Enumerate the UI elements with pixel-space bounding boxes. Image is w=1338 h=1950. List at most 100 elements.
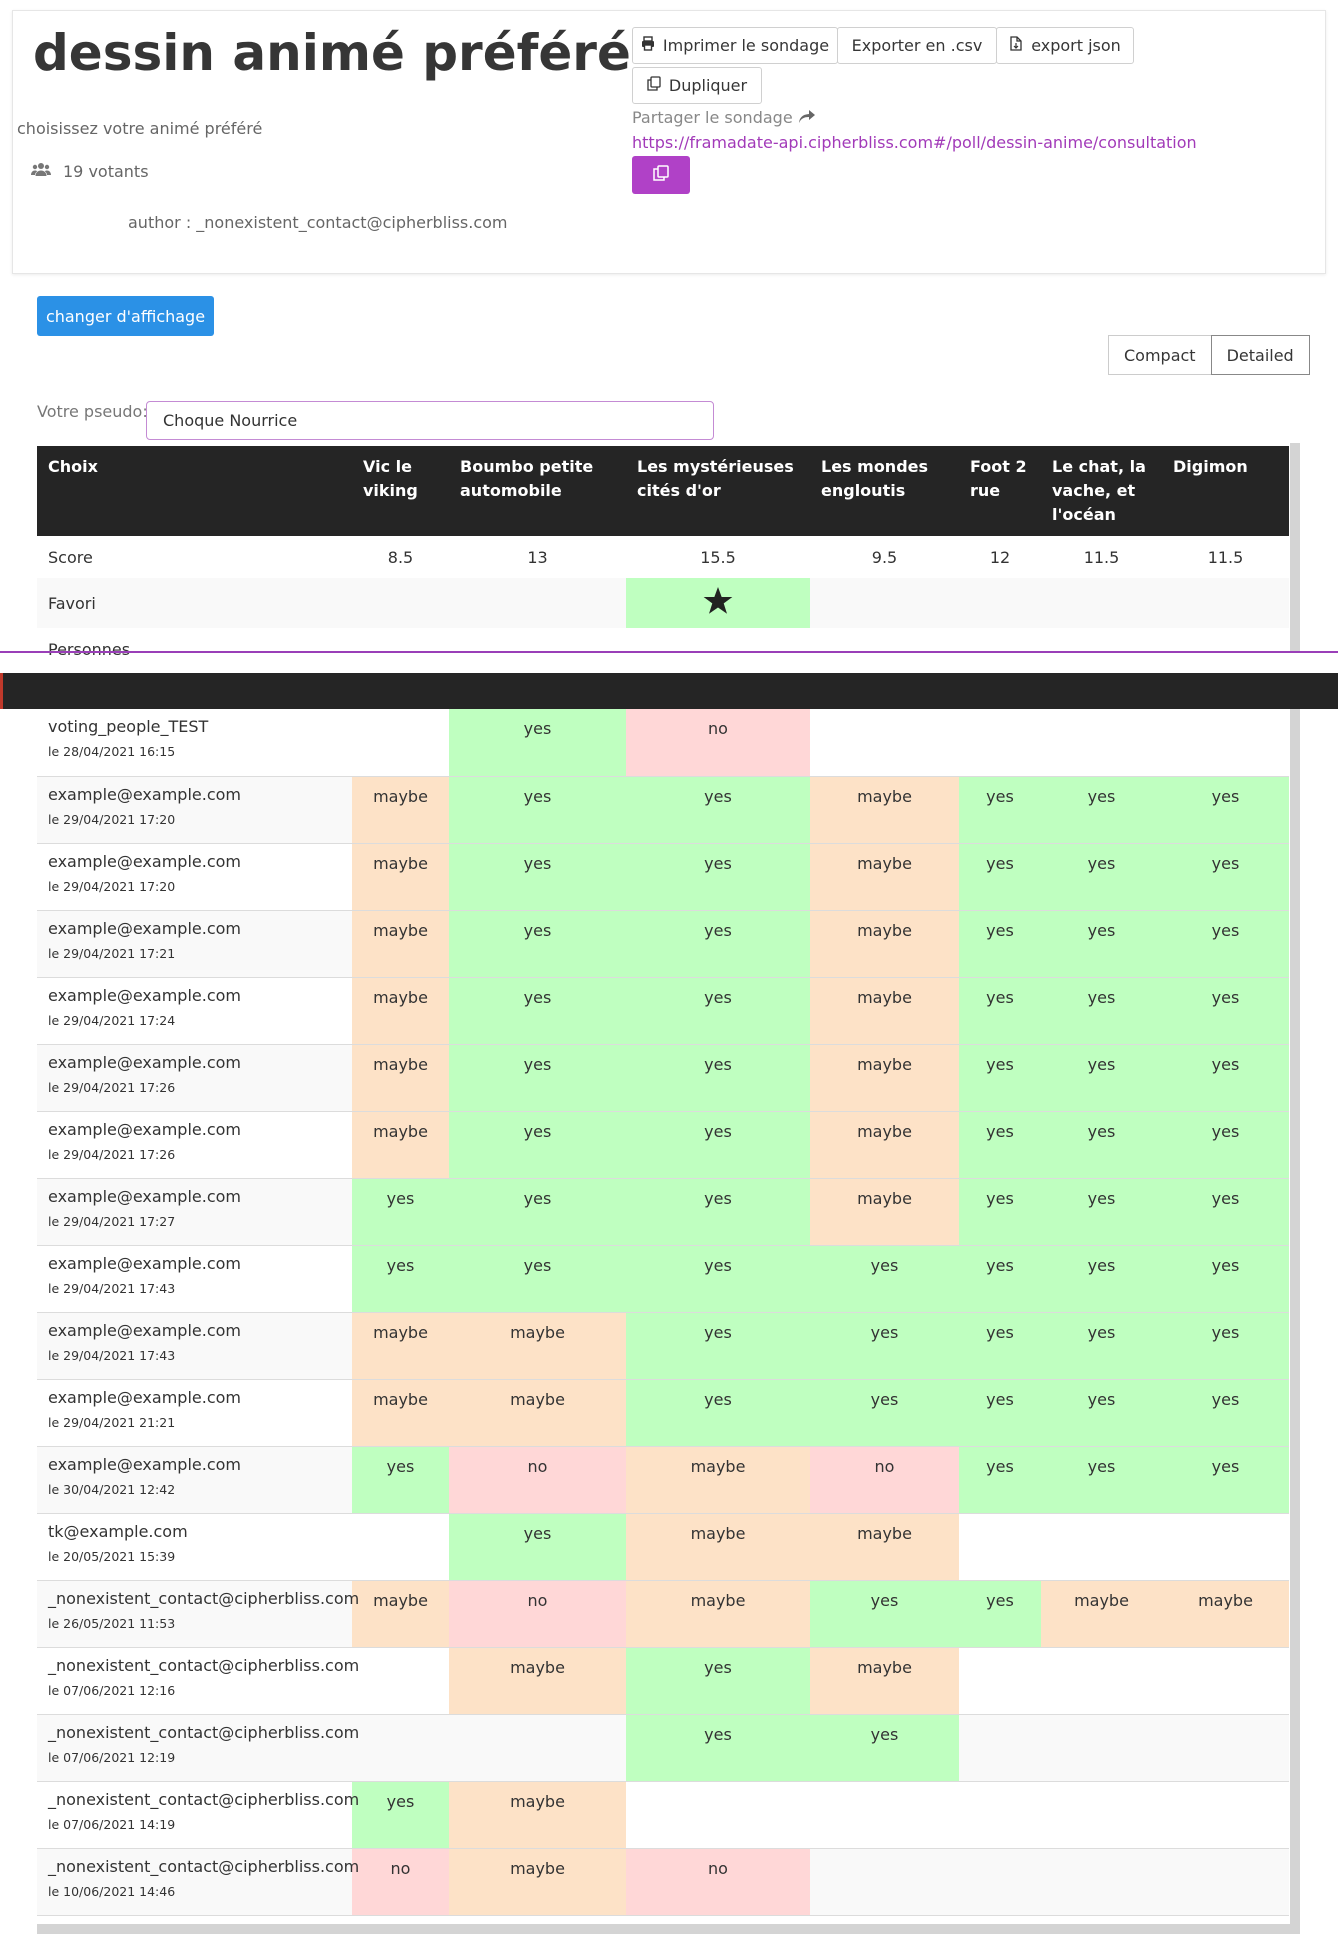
- vertical-scrollbar[interactable]: [1290, 709, 1300, 1934]
- vote-maybe: maybe: [626, 1580, 810, 1647]
- detailed-view-button[interactable]: Detailed: [1210, 335, 1310, 375]
- vote-date: le 29/04/2021 17:27: [48, 1213, 176, 1229]
- vote-yes: yes: [1162, 1245, 1289, 1312]
- vote-empty: [1162, 1647, 1289, 1714]
- vote-yes: yes: [959, 1312, 1041, 1379]
- voter-cell: example@example.com le 29/04/2021 17:26: [37, 1111, 352, 1178]
- vertical-scrollbar[interactable]: [1290, 443, 1300, 651]
- copy-icon: [647, 76, 661, 95]
- vote-no: no: [449, 1446, 626, 1513]
- vote-empty: [1041, 1513, 1162, 1580]
- vote-yes: yes: [449, 1044, 626, 1111]
- voter-row: _nonexistent_contact@cipherbliss.com le 0…: [37, 1647, 1289, 1714]
- duplicate-button[interactable]: Dupliquer: [632, 67, 762, 104]
- choices-header-row: Choix Vic le viking Boumbo petite automob…: [37, 446, 1289, 536]
- vote-empty: [449, 1714, 626, 1781]
- share-icon: [798, 108, 815, 127]
- vote-empty: [352, 709, 449, 776]
- vote-yes: yes: [449, 1178, 626, 1245]
- voter-name: example@example.com: [48, 1119, 241, 1139]
- voter-row: example@example.com le 29/04/2021 17:20 ma…: [37, 843, 1289, 910]
- vote-maybe: maybe: [352, 1379, 449, 1446]
- star-icon: [703, 587, 733, 619]
- vote-date: le 29/04/2021 17:43: [48, 1280, 176, 1296]
- favorite-empty-cell: [1162, 578, 1289, 628]
- voter-name: example@example.com: [48, 851, 241, 871]
- choice-header: Vic le viking: [352, 446, 449, 536]
- duplicate-label: Dupliquer: [668, 76, 748, 95]
- voter-row: example@example.com le 30/04/2021 12:42 ye…: [37, 1446, 1289, 1513]
- voter-cell: example@example.com le 29/04/2021 17:20: [37, 843, 352, 910]
- voter-row: tk@example.com le 20/05/2021 15:39 yes mayb…: [37, 1513, 1289, 1580]
- voter-row: _nonexistent_contact@cipherbliss.com le 0…: [37, 1714, 1289, 1781]
- export-csv-label: Exporter en .csv: [851, 36, 983, 55]
- vote-yes: yes: [1162, 1044, 1289, 1111]
- vote-yes: yes: [626, 1111, 810, 1178]
- vote-maybe: maybe: [352, 910, 449, 977]
- score-value: 12: [989, 547, 1011, 567]
- voter-row: _nonexistent_contact@cipherbliss.com le 1…: [37, 1848, 1289, 1915]
- vote-maybe: maybe: [810, 1178, 959, 1245]
- copy-icon: [653, 165, 669, 185]
- choice-header: Foot 2 rue: [959, 446, 1041, 536]
- export-json-button[interactable]: export json: [996, 27, 1134, 64]
- vote-date: le 29/04/2021 17:20: [48, 878, 176, 894]
- vote-yes: yes: [1162, 1379, 1289, 1446]
- vote-yes: yes: [959, 1044, 1041, 1111]
- vote-yes: yes: [1162, 1446, 1289, 1513]
- vote-yes: yes: [449, 1111, 626, 1178]
- pseudo-input[interactable]: [146, 401, 714, 440]
- favorite-empty-cell: [352, 578, 449, 628]
- voter-cell: example@example.com le 29/04/2021 21:21: [37, 1379, 352, 1446]
- copy-link-button[interactable]: [632, 156, 690, 194]
- vote-yes: yes: [959, 977, 1041, 1044]
- vote-yes: yes: [810, 1580, 959, 1647]
- voter-name: example@example.com: [48, 1387, 241, 1407]
- score-value: 11.5: [1083, 547, 1120, 567]
- voter-name: example@example.com: [48, 784, 241, 804]
- vote-yes: yes: [1162, 1312, 1289, 1379]
- print-poll-button[interactable]: Imprimer le sondage: [632, 27, 838, 64]
- compact-view-button[interactable]: Compact: [1108, 335, 1212, 375]
- vote-empty: [1041, 1647, 1162, 1714]
- voter-row: example@example.com le 29/04/2021 17:43 ma…: [37, 1312, 1289, 1379]
- score-value: 13: [527, 547, 548, 567]
- score-value: 11.5: [1207, 547, 1244, 567]
- vote-maybe: maybe: [449, 1379, 626, 1446]
- favorite-empty-cell: [1041, 578, 1162, 628]
- favorite-empty-cell: [959, 578, 1041, 628]
- vote-date: le 29/04/2021 21:21: [48, 1414, 176, 1430]
- vote-maybe: maybe: [810, 1513, 959, 1580]
- vote-maybe: maybe: [810, 977, 959, 1044]
- vote-empty: [1041, 709, 1162, 776]
- voter-cell: example@example.com le 29/04/2021 17:21: [37, 910, 352, 977]
- voter-row: voting_people_TEST le 28/04/2021 16:15 yes…: [37, 709, 1289, 776]
- horizontal-scrollbar[interactable]: [37, 1924, 1300, 1934]
- export-csv-button[interactable]: Exporter en .csv: [837, 27, 997, 64]
- voter-cell: example@example.com le 29/04/2021 17:43: [37, 1312, 352, 1379]
- vote-maybe: maybe: [810, 910, 959, 977]
- share-url-link[interactable]: https://framadate-api.cipherbliss.com#/p…: [632, 133, 1197, 152]
- voter-row: example@example.com le 29/04/2021 21:21 ma…: [37, 1379, 1289, 1446]
- vote-maybe: maybe: [352, 977, 449, 1044]
- voter-row: example@example.com le 29/04/2021 17:20 ma…: [37, 776, 1289, 843]
- vote-yes: yes: [449, 977, 626, 1044]
- vote-yes: yes: [1041, 1111, 1162, 1178]
- vote-maybe: maybe: [810, 1111, 959, 1178]
- voter-cell: voting_people_TEST le 28/04/2021 16:15: [37, 709, 352, 776]
- vote-yes: yes: [1041, 977, 1162, 1044]
- share-poll-text: Partager le sondage: [632, 108, 793, 127]
- voter-row: example@example.com le 29/04/2021 17:21 ma…: [37, 910, 1289, 977]
- vote-empty: [1041, 1848, 1162, 1915]
- voter-row: example@example.com le 29/04/2021 17:26 ma…: [37, 1111, 1289, 1178]
- voter-cell: tk@example.com le 20/05/2021 15:39: [37, 1513, 352, 1580]
- favorite-row: Favori: [37, 578, 1289, 628]
- change-display-button[interactable]: changer d'affichage: [37, 296, 214, 336]
- score-value: 15.5: [700, 547, 736, 567]
- vote-yes: yes: [626, 776, 810, 843]
- vote-yes: yes: [626, 1178, 810, 1245]
- voter-name: tk@example.com: [48, 1521, 188, 1541]
- vote-maybe: maybe: [449, 1781, 626, 1848]
- voter-cell: example@example.com le 30/04/2021 12:42: [37, 1446, 352, 1513]
- vote-yes: yes: [1162, 776, 1289, 843]
